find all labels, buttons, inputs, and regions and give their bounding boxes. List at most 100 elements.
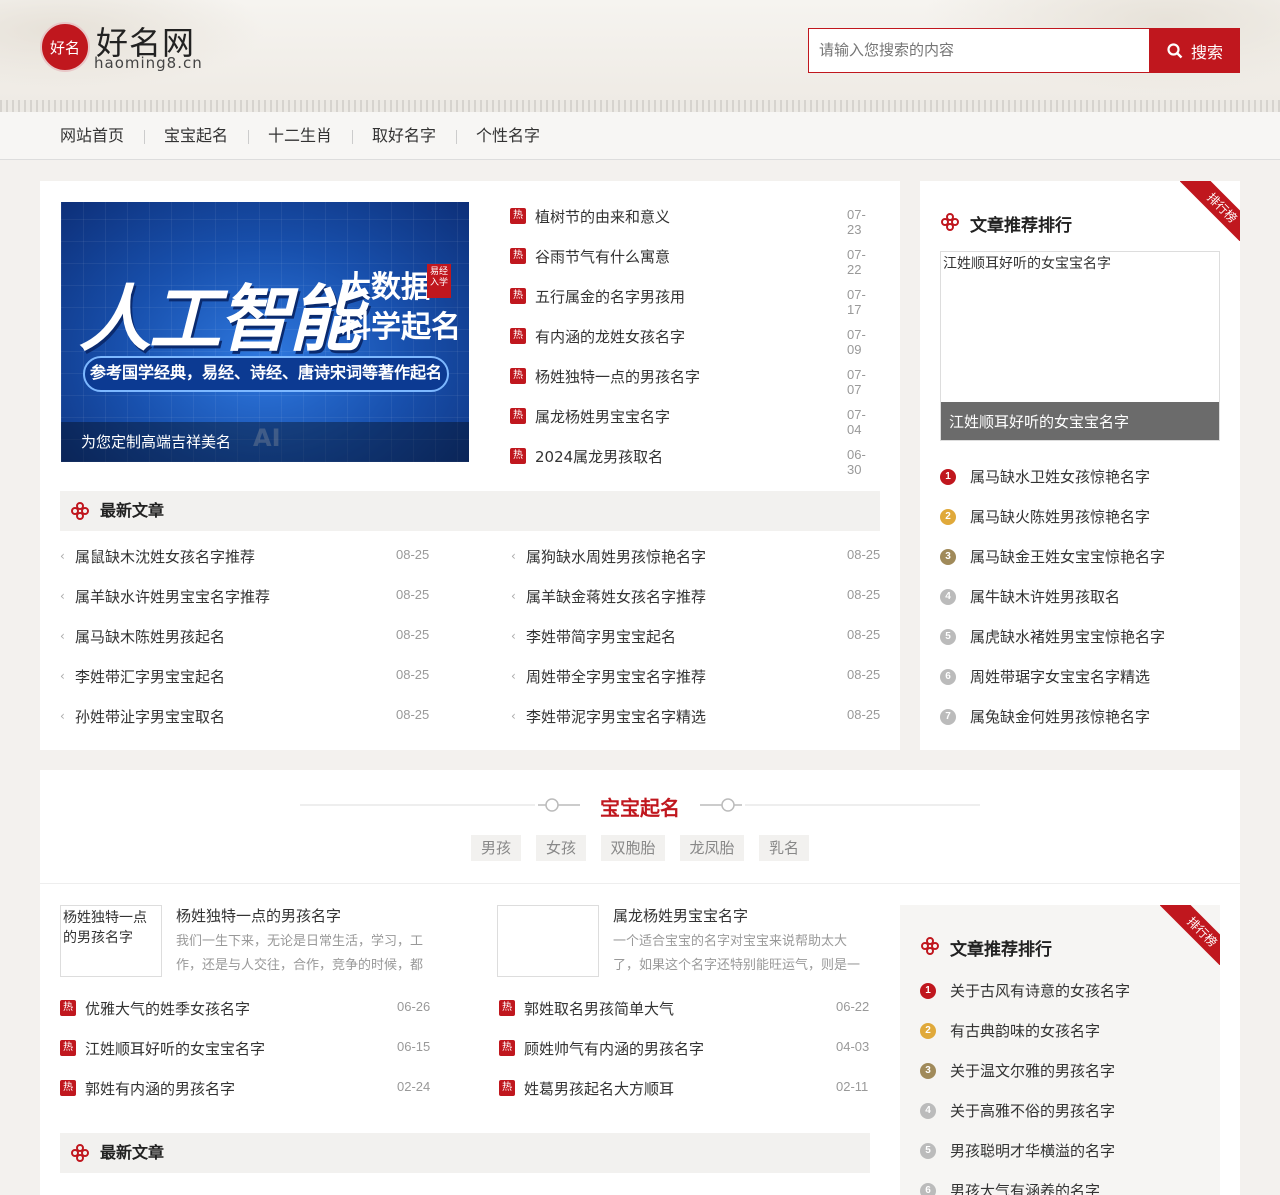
nav-item-personal-names[interactable]: 个性名字 [476, 112, 540, 160]
hot-list-title[interactable]: 郭姓取名男孩简单大气 [524, 998, 674, 1019]
hot-list-title[interactable]: 优雅大气的姓季女孩名字 [85, 998, 250, 1019]
hot-list-title[interactable]: 杨姓独特一点的男孩名字 [535, 366, 700, 387]
article-title[interactable]: 李姓带泥字男宝宝名字精选 [526, 706, 706, 727]
article-title[interactable]: 属马缺木陈姓男孩起名 [75, 626, 225, 647]
search-input[interactable] [808, 28, 1150, 73]
article-list-item[interactable]: ‹ 李姓带简字男宝宝起名 08-25 [511, 626, 881, 646]
ranking-item-title[interactable]: 男孩聪明才华横溢的名字 [950, 1140, 1115, 1161]
article-date: 08-25 [847, 587, 881, 602]
hot-list-title[interactable]: 谷雨节气有什么寓意 [535, 246, 670, 267]
tag-boy[interactable]: 男孩 [471, 835, 521, 861]
hot-list-item[interactable]: 热郭姓取名男孩简单大气 06-22 [499, 998, 871, 1018]
article-title[interactable]: 孙姓带沚字男宝宝取名 [75, 706, 225, 727]
ranking-item-title[interactable]: 属马缺水卫姓女孩惊艳名字 [970, 466, 1150, 487]
hot-list-title[interactable]: 顾姓帅气有内涵的男孩名字 [524, 1038, 704, 1059]
ranking-item-title[interactable]: 关于古风有诗意的女孩名字 [950, 980, 1130, 1001]
ranking-item-title[interactable]: 属牛缺木许姓男孩取名 [970, 586, 1120, 607]
ranking-item-title[interactable]: 属马缺金王姓女宝宝惊艳名字 [970, 546, 1165, 567]
hot-list-item[interactable]: 热植树节的由来和意义 07-23 [510, 206, 880, 237]
nav-item-good-names[interactable]: 取好名字 [372, 112, 436, 160]
nav-item-zodiac[interactable]: 十二生肖 [268, 112, 332, 160]
tag-dragon-phoenix-twins[interactable]: 龙凤胎 [680, 835, 744, 861]
article-title[interactable]: 属鼠缺木沈姓女孩名字推荐 [75, 546, 255, 567]
hot-list-item[interactable]: 热谷雨节气有什么寓意 07-22 [510, 246, 880, 277]
tag-twins[interactable]: 双胞胎 [601, 835, 665, 861]
article-title[interactable]: 属狗缺水周姓男孩惊艳名字 [526, 546, 706, 567]
tag-nickname[interactable]: 乳名 [759, 835, 809, 861]
hot-list-item[interactable]: 热杨姓独特一点的男孩名字 07-07 [510, 366, 880, 397]
ranking-item-title[interactable]: 周姓带琚字女宝宝名字精选 [970, 666, 1150, 687]
ranking-item-title[interactable]: 属马缺火陈姓男孩惊艳名字 [970, 506, 1150, 527]
hot-list-item[interactable]: 热有内涵的龙姓女孩名字 07-09 [510, 326, 880, 357]
ranking-item-title[interactable]: 关于高雅不俗的男孩名字 [950, 1100, 1115, 1121]
logo-char: 好名 [49, 38, 80, 57]
hot-list-item[interactable]: 热郭姓有内涵的男孩名字 02-24 [60, 1078, 432, 1098]
article-list-item[interactable]: ‹ 李姓带泥字男宝宝名字精选 08-25 [511, 706, 881, 726]
hot-list-item[interactable]: 热属龙杨姓男宝宝名字 07-04 [510, 406, 880, 437]
article-list-item[interactable]: ‹ 李姓带汇字男宝宝起名 08-25 [60, 666, 430, 686]
hot-list-item[interactable]: 热优雅大气的姓季女孩名字 06-26 [60, 998, 432, 1018]
latest-articles-header: 最新文章 [60, 1133, 870, 1173]
logo-icon[interactable]: 好名 [40, 22, 90, 72]
article-list-item[interactable]: ‹ 属马缺木陈姓男孩起名 08-25 [60, 626, 430, 646]
hot-list-title[interactable]: 属龙杨姓男宝宝名字 [535, 406, 670, 427]
article-list-item[interactable]: ‹ 孙姓带沚字男宝宝取名 08-25 [60, 706, 430, 726]
hot-list-date: 06-22 [836, 999, 870, 1014]
nav-item-home[interactable]: 网站首页 [60, 112, 124, 160]
hot-list-title[interactable]: 五行属金的名字男孩用 [535, 286, 685, 307]
article-date: 08-25 [396, 707, 430, 722]
card-title[interactable]: 杨姓独特一点的男孩名字 [176, 905, 341, 926]
ranking-item-title[interactable]: 属虎缺水褚姓男宝宝惊艳名字 [970, 626, 1165, 647]
hot-badge: 热 [60, 1040, 76, 1056]
hot-list-title[interactable]: 有内涵的龙姓女孩名字 [535, 326, 685, 347]
article-title[interactable]: 属羊缺金蒋姓女孩名字推荐 [526, 586, 706, 607]
ranking-item-title[interactable]: 属兔缺金何姓男孩惊艳名字 [970, 706, 1150, 727]
hot-list-date: 06-15 [397, 1039, 431, 1054]
hot-list-item[interactable]: 热姓葛男孩起名大方顺耳 02-11 [499, 1078, 871, 1098]
ranking-item-title[interactable]: 男孩大气有涵养的名字 [950, 1180, 1100, 1195]
latest-articles-header: 最新文章 [60, 491, 880, 531]
article-list-item[interactable]: ‹ 属羊缺水许姓男宝宝名字推荐 08-25 [60, 586, 430, 606]
article-title[interactable]: 李姓带简字男宝宝起名 [526, 626, 676, 647]
hot-list-title[interactable]: 姓葛男孩起名大方顺耳 [524, 1078, 674, 1099]
hot-list-title[interactable]: 2024属龙男孩取名 [535, 446, 663, 467]
hot-list-date: 06-30 [847, 447, 866, 477]
article-thumbnail[interactable] [497, 905, 599, 977]
article-title[interactable]: 李姓带汇字男宝宝起名 [75, 666, 225, 687]
hot-list-item[interactable]: 热江姓顺耳好听的女宝宝名字 06-15 [60, 1038, 432, 1058]
article-title[interactable]: 属羊缺水许姓男宝宝名字推荐 [75, 586, 270, 607]
article-list-item[interactable]: ‹ 属羊缺金蒋姓女孩名字推荐 08-25 [511, 586, 881, 606]
section-title: 宝宝起名 [600, 796, 680, 820]
card-title[interactable]: 属龙杨姓男宝宝名字 [613, 905, 748, 926]
rank-number-3: 3 [940, 549, 956, 565]
featured-article-caption[interactable]: 江姓顺耳好听的女宝宝名字 [941, 402, 1219, 440]
hero-banner[interactable]: 人工智能 大数据 科学起名 易经入学 参考国学经典，易经、诗经、唐诗宋词等著作起… [61, 202, 469, 462]
chevron-left-icon: ‹ [60, 549, 65, 563]
featured-article-alt: 江姓顺耳好听的女宝宝名字 [943, 256, 1111, 272]
article-thumbnail[interactable]: 杨姓独特一点的男孩名字 [60, 905, 162, 977]
hot-list-date: 07-07 [847, 367, 866, 397]
chevron-left-icon: ‹ [511, 589, 516, 603]
featured-article-image[interactable]: 江姓顺耳好听的女宝宝名字 江姓顺耳好听的女宝宝名字 [940, 251, 1220, 441]
site-domain: haoming8.cn [94, 54, 203, 72]
hot-list-title[interactable]: 植树节的由来和意义 [535, 206, 670, 227]
rank-number-7: 7 [940, 709, 956, 725]
tag-girl[interactable]: 女孩 [536, 835, 586, 861]
nav-item-baby-naming[interactable]: 宝宝起名 [164, 112, 228, 160]
hot-list-item[interactable]: 热 2024属龙男孩取名 06-30 [510, 446, 880, 477]
rank-number-4: 4 [940, 589, 956, 605]
article-title[interactable]: 周姓带全字男宝宝名字推荐 [526, 666, 706, 687]
article-list-item[interactable]: ‹ 属鼠缺木沈姓女孩名字推荐 08-25 [60, 546, 430, 566]
hot-list-item[interactable]: 热五行属金的名字男孩用 07-17 [510, 286, 880, 317]
hot-list-date: 07-04 [847, 407, 866, 437]
hot-list-item[interactable]: 热顾姓帅气有内涵的男孩名字 04-03 [499, 1038, 871, 1058]
hot-list-title[interactable]: 郭姓有内涵的男孩名字 [85, 1078, 235, 1099]
rank-number-2: 2 [940, 509, 956, 525]
hot-list-title[interactable]: 江姓顺耳好听的女宝宝名字 [85, 1038, 265, 1059]
search-button[interactable]: 搜索 [1150, 28, 1240, 73]
article-list-item[interactable]: ‹ 属狗缺水周姓男孩惊艳名字 08-25 [511, 546, 881, 566]
article-list-item[interactable]: ‹ 周姓带全字男宝宝名字推荐 08-25 [511, 666, 881, 686]
ranking-item-title[interactable]: 有古典韵味的女孩名字 [950, 1020, 1100, 1041]
ranking-item-title[interactable]: 关于温文尔雅的男孩名字 [950, 1060, 1115, 1081]
hot-badge: 热 [60, 1080, 76, 1096]
